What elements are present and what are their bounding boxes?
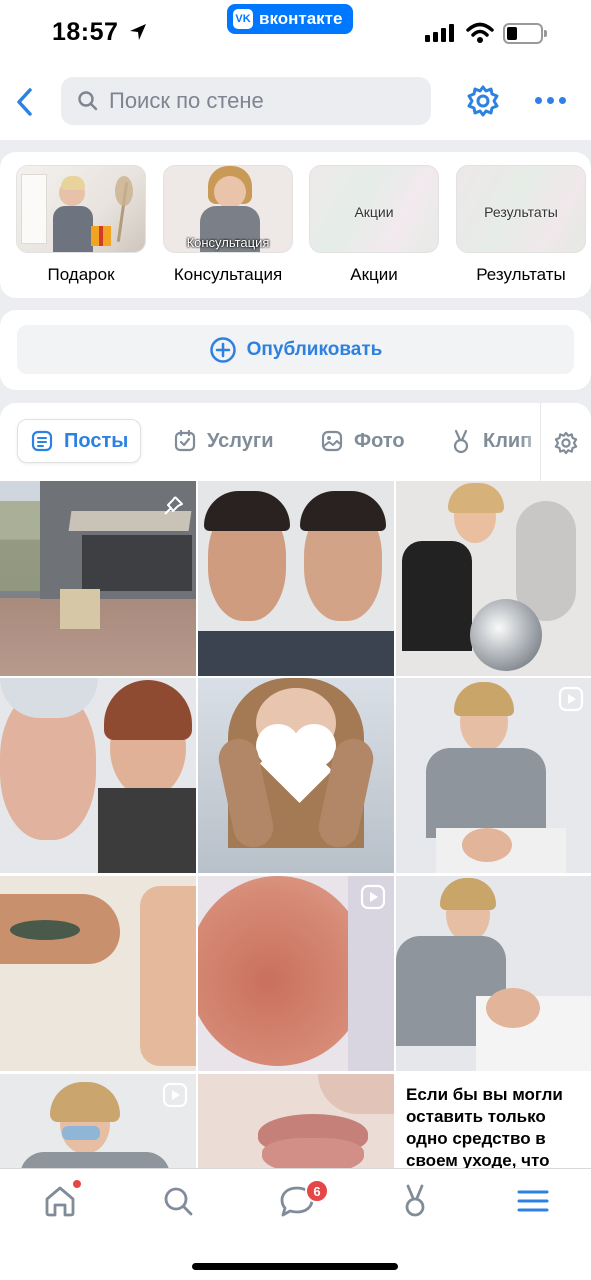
post-thumbnail-skin-treatment-video[interactable] [198, 876, 394, 1071]
post-thumbnail-snow-heart[interactable] [198, 678, 394, 873]
messages-badge: 6 [305, 1179, 329, 1203]
back-chevron-icon[interactable] [12, 84, 38, 120]
story-thumbnail: Консультация [163, 165, 293, 253]
wall-tabs: Посты Услуги Фото Клип [0, 403, 591, 483]
story-thumbnail [16, 165, 146, 253]
tab-posts-label: Посты [64, 429, 129, 452]
clips-icon[interactable] [398, 1183, 432, 1219]
wifi-icon [466, 22, 494, 43]
menu-icon[interactable] [516, 1183, 550, 1219]
post-thumbnail-before-after-face[interactable] [0, 678, 196, 873]
status-time: 18:57 [52, 18, 119, 46]
wall-header: Поиск по стене [0, 66, 591, 140]
post-thumbnail-before-after-brows[interactable] [198, 481, 394, 676]
plus-circle-icon [209, 336, 236, 363]
tabs-settings-button[interactable] [540, 403, 591, 483]
publish-button[interactable]: Опубликовать [17, 325, 574, 374]
story-thumbnail: Акции [309, 165, 439, 253]
bottom-tab-bar: 6 [0, 1168, 591, 1280]
photo-icon [321, 430, 343, 452]
settings-gear-icon[interactable] [465, 83, 501, 119]
story-highlight-gift[interactable]: Подарок [16, 165, 146, 285]
cellular-signal-icon [425, 24, 454, 42]
story-label: Подарок [47, 265, 115, 284]
post-thumbnail-lips[interactable] [198, 1074, 394, 1171]
story-thumbnail: Результаты [456, 165, 586, 253]
status-bar: 18:57 VK вконтакте [0, 0, 591, 66]
story-highlight-results[interactable]: Результаты Результаты [456, 165, 586, 285]
story-label: Акции [350, 265, 398, 284]
tab-services-label: Услуги [207, 429, 274, 452]
tab-photos[interactable]: Фото [320, 419, 405, 463]
tab-posts[interactable]: Посты [17, 419, 142, 463]
story-overlay-text: Акции [354, 204, 394, 220]
more-options-icon[interactable] [535, 97, 566, 104]
story-overlay-text: Результаты [484, 204, 558, 220]
wall-search-input[interactable]: Поиск по стене [61, 77, 431, 125]
search-icon [78, 91, 98, 111]
vk-logo-icon: VK [233, 9, 253, 29]
story-overlay-text: Консультация [186, 235, 270, 250]
publish-label: Опубликовать [246, 338, 383, 360]
post-thumbnail-cosmetologist-video[interactable] [0, 1074, 196, 1171]
search-placeholder: Поиск по стене [109, 88, 264, 113]
home-indicator [192, 1263, 398, 1270]
text-post-preview: Если бы вы могли оставить только одно ср… [406, 1085, 563, 1170]
tab-services[interactable]: Услуги [173, 419, 274, 463]
story-label: Консультация [173, 265, 283, 284]
vk-app-badge[interactable]: VK вконтакте [227, 4, 354, 34]
home-icon[interactable] [42, 1183, 78, 1219]
post-thumbnail-sheet-mask[interactable] [0, 876, 196, 1071]
pin-icon [164, 496, 183, 515]
post-thumbnail-neck-massage[interactable] [396, 876, 591, 1071]
post-thumbnail-salon-exterior[interactable] [0, 481, 196, 676]
story-highlight-promotions[interactable]: Акции Акции [309, 165, 439, 285]
post-thumbnail-disco-ball[interactable] [396, 481, 591, 676]
battery-icon [503, 23, 547, 44]
video-clip-icon [360, 884, 386, 910]
vk-app-badge-label: вконтакте [259, 9, 343, 28]
story-highlights: Подарок Консультация Консультация Акции … [0, 152, 591, 298]
post-thumbnail-text[interactable]: Если бы вы могли оставить только одно ср… [396, 1074, 591, 1171]
publish-card: Опубликовать [0, 310, 591, 390]
posts-icon [31, 430, 53, 452]
services-icon [174, 429, 196, 452]
gear-icon [554, 431, 578, 455]
tab-photos-label: Фото [354, 429, 405, 452]
video-clip-icon [558, 686, 584, 712]
clips-icon [453, 429, 469, 454]
post-thumbnail-facial-massage-video[interactable] [396, 678, 591, 873]
wall-post-grid: Если бы вы могли оставить только одно ср… [0, 481, 591, 1171]
home-notification-dot [73, 1180, 81, 1188]
video-clip-icon [162, 1082, 188, 1108]
story-highlight-consultation[interactable]: Консультация Консультация [163, 165, 293, 285]
search-icon[interactable] [160, 1183, 196, 1219]
location-arrow-icon [130, 24, 146, 40]
story-label: Результаты [476, 265, 566, 284]
